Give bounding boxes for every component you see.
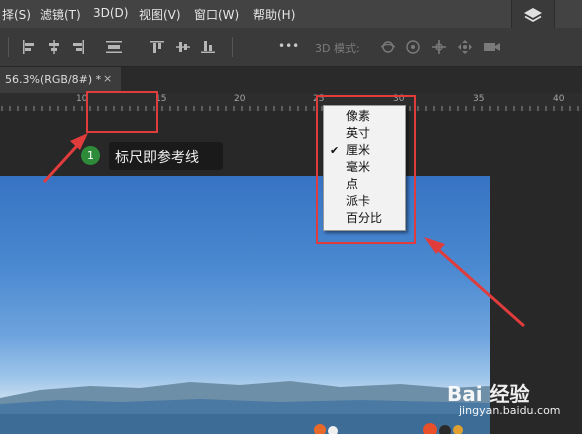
step-badge: 1 (81, 146, 100, 165)
menu-item-percent[interactable]: 百分比 (324, 210, 405, 227)
callout-label: 标尺即参考线 (109, 142, 223, 170)
menu-item-points[interactable]: 点 (324, 176, 405, 193)
menu-item-inches[interactable]: 英寸 (324, 125, 405, 142)
watermark-url: jingyan.baidu.com (459, 404, 561, 417)
annotation-arrows (42, 133, 525, 328)
menu-item-centimeters[interactable]: ✔ 厘米 (324, 142, 405, 159)
menu-item-millimeters[interactable]: 毫米 (324, 159, 405, 176)
ruler-units-menu: 像素 英寸 ✔ 厘米 毫米 点 派卡 百分比 (323, 105, 406, 231)
callout-text: 标尺即参考线 (115, 150, 199, 166)
checkmark-icon: ✔ (330, 144, 340, 157)
arrow-icon (424, 237, 525, 328)
menu-item-pixels[interactable]: 像素 (324, 108, 405, 125)
menu-item-picas[interactable]: 派卡 (324, 193, 405, 210)
watermark-logo: Bai 经验 (447, 382, 530, 406)
